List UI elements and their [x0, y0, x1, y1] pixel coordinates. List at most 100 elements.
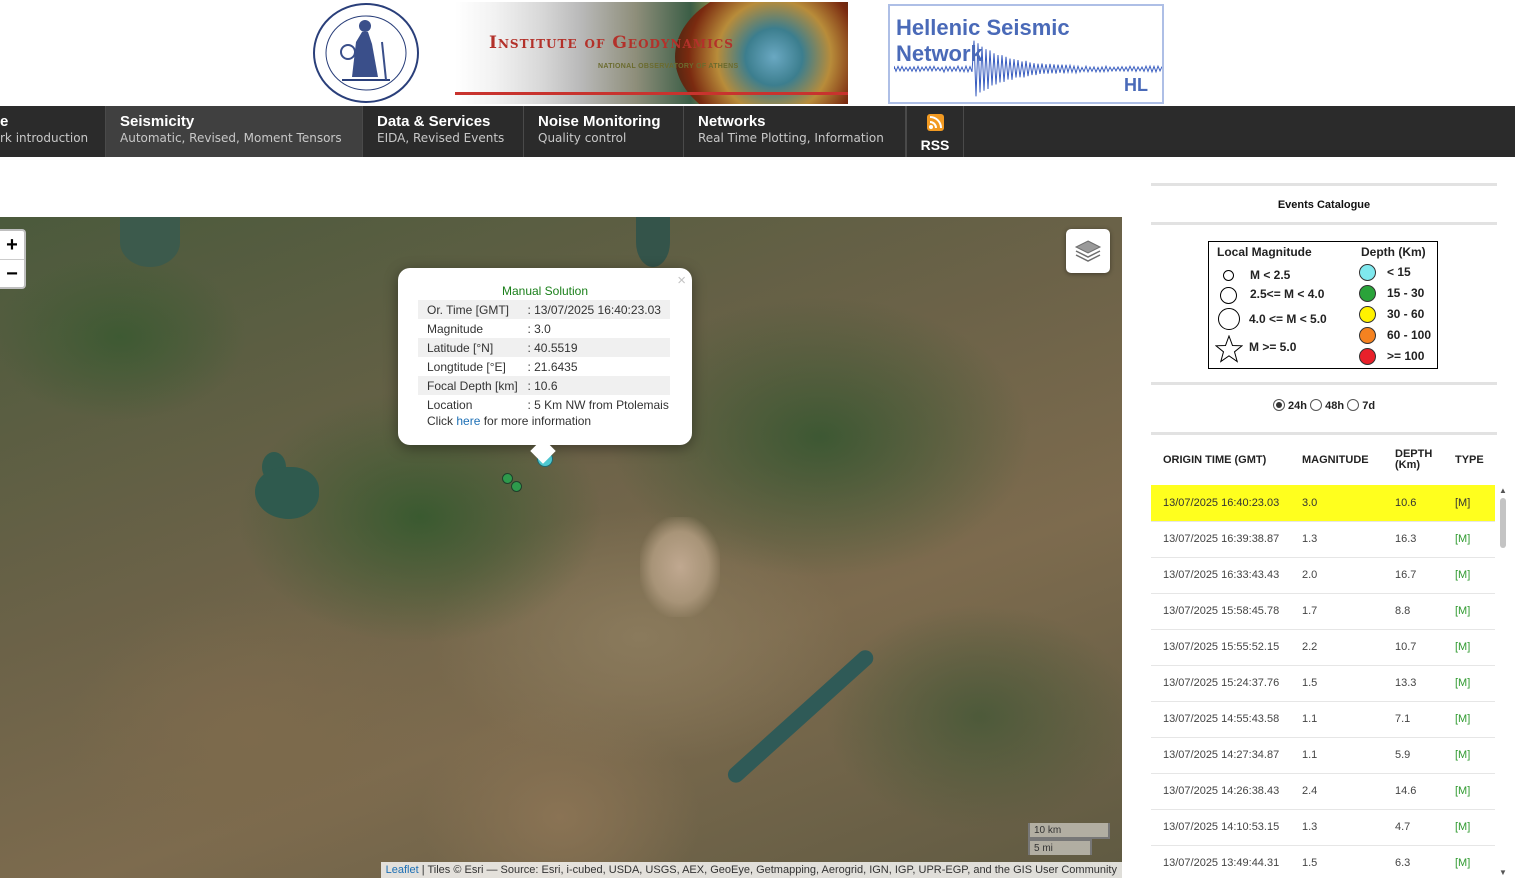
institute-of-geodynamics-banner[interactable]: Institute of Geodynamics NATIONAL OBSERV…	[455, 2, 848, 104]
period-radio-24h[interactable]	[1273, 399, 1285, 411]
nav-subtitle: rk introduction	[0, 131, 91, 145]
hellenic-seismic-network-logo[interactable]: Hellenic Seismic Network HL	[888, 4, 1164, 104]
nav-data-services[interactable]: Data & Services EIDA, Revised Events	[363, 106, 524, 157]
event-depth: 5.9	[1383, 737, 1443, 773]
column-origin-time[interactable]: ORIGIN TIME (GMT)	[1151, 435, 1290, 485]
nav-title: e	[0, 113, 91, 130]
event-row[interactable]: 13/07/2025 15:55:52.15 2.2 10.7 [M]	[1151, 629, 1495, 665]
main-nav: e rk introduction Seismicity Automatic, …	[0, 106, 1515, 157]
legend-magnitude-label: M < 2.5	[1250, 268, 1290, 282]
nav-noise-monitoring[interactable]: Noise Monitoring Quality control	[524, 106, 684, 157]
scale-mi: 5 mi	[1028, 839, 1092, 855]
event-row[interactable]: 13/07/2025 14:10:53.15 1.3 4.7 [M]	[1151, 809, 1495, 845]
more-info-link[interactable]: here	[456, 414, 480, 428]
event-row[interactable]: 13/07/2025 14:55:43.58 1.1 7.1 [M]	[1151, 701, 1495, 737]
event-type-link[interactable]: [M]	[1443, 557, 1495, 593]
event-row[interactable]: 13/07/2025 14:26:38.43 2.4 14.6 [M]	[1151, 773, 1495, 809]
map-attribution: Leaflet | Tiles © Esri — Source: Esri, i…	[381, 862, 1122, 878]
scroll-thumb[interactable]	[1500, 498, 1506, 548]
earthquake-map[interactable]: + − × Manual Solution Or. Time [GMT]: 13…	[0, 217, 1122, 878]
event-depth: 13.3	[1383, 665, 1443, 701]
event-depth: 16.7	[1383, 557, 1443, 593]
event-magnitude: 3.0	[1290, 485, 1383, 521]
event-time: 13/07/2025 16:40:23.03	[1151, 485, 1290, 521]
rss-icon	[927, 114, 944, 131]
nav-seismicity[interactable]: Seismicity Automatic, Revised, Moment Te…	[106, 106, 363, 157]
event-type-link[interactable]: [M]	[1443, 845, 1495, 878]
magnitude-circle-icon	[1220, 287, 1237, 304]
event-type-link[interactable]: [M]	[1443, 593, 1495, 629]
leaflet-link[interactable]: Leaflet	[386, 864, 419, 876]
map-scale: 10 km 5 mi	[1028, 823, 1110, 855]
popup-value: : 40.5519	[518, 338, 670, 357]
event-row[interactable]: 13/07/2025 16:40:23.03 3.0 10.6 [M]	[1151, 485, 1495, 521]
events-scrollbar[interactable]: ▲ ▼	[1498, 486, 1508, 878]
map-lake	[120, 217, 180, 267]
popup-row: Longtitude [°E]: 21.6435	[418, 357, 670, 376]
layers-button[interactable]	[1066, 229, 1110, 273]
event-depth: 14.6	[1383, 773, 1443, 809]
event-type-link[interactable]: [M]	[1443, 629, 1495, 665]
zoom-out-button[interactable]: −	[0, 259, 24, 287]
nav-network-introduction[interactable]: e rk introduction	[0, 106, 106, 157]
header-banner: Institute of Geodynamics NATIONAL OBSERV…	[0, 0, 1515, 106]
observatory-seal-logo[interactable]	[312, 2, 420, 104]
rss-link[interactable]: RSS	[906, 106, 964, 157]
legend-magnitude-label: M >= 5.0	[1249, 340, 1296, 354]
event-depth: 8.8	[1383, 593, 1443, 629]
legend-magnitude-header: Local Magnitude	[1217, 245, 1312, 259]
event-time: 13/07/2025 15:24:37.76	[1151, 665, 1290, 701]
zoom-in-button[interactable]: +	[0, 231, 24, 259]
period-label: 48h	[1325, 400, 1344, 412]
event-row[interactable]: 13/07/2025 14:27:34.87 1.1 5.9 [M]	[1151, 737, 1495, 773]
event-type-link[interactable]: [M]	[1443, 485, 1495, 521]
column-type[interactable]: TYPE	[1443, 435, 1495, 485]
popup-more-info: Click here for more information	[427, 414, 591, 428]
event-time: 13/07/2025 14:26:38.43	[1151, 773, 1290, 809]
event-type-link[interactable]: [M]	[1443, 737, 1495, 773]
legend-depth-label: 30 - 60	[1387, 307, 1424, 321]
column-depth[interactable]: DEPTH (Km)	[1383, 435, 1443, 485]
event-row[interactable]: 13/07/2025 16:33:43.43 2.0 16.7 [M]	[1151, 557, 1495, 593]
scroll-up-icon[interactable]: ▲	[1498, 486, 1508, 496]
popup-label: Focal Depth [km]	[418, 376, 518, 395]
scroll-down-icon[interactable]: ▼	[1498, 868, 1508, 878]
event-type-link[interactable]: [M]	[1443, 521, 1495, 557]
event-magnitude: 2.4	[1290, 773, 1383, 809]
layers-icon	[1066, 229, 1110, 273]
popup-row: Latitude [°N]: 40.5519	[418, 338, 670, 357]
period-radio-7d[interactable]	[1347, 399, 1359, 411]
network-code: HL	[1124, 75, 1148, 96]
events-panel: Events Catalogue Local Magnitude Depth (…	[1151, 183, 1497, 878]
magnitude-circle-icon	[1223, 270, 1234, 281]
popup-close-button[interactable]: ×	[677, 272, 686, 289]
zoom-control: + −	[0, 229, 26, 289]
event-type-link[interactable]: [M]	[1443, 773, 1495, 809]
event-time: 13/07/2025 14:55:43.58	[1151, 701, 1290, 737]
event-row[interactable]: 13/07/2025 15:24:37.76 1.5 13.3 [M]	[1151, 665, 1495, 701]
divider	[1151, 222, 1497, 225]
event-row[interactable]: 13/07/2025 16:39:38.87 1.3 16.3 [M]	[1151, 521, 1495, 557]
event-magnitude: 1.5	[1290, 665, 1383, 701]
event-magnitude: 1.5	[1290, 845, 1383, 878]
event-type-link[interactable]: [M]	[1443, 665, 1495, 701]
rss-label: RSS	[907, 137, 963, 153]
event-type-link[interactable]: [M]	[1443, 701, 1495, 737]
events-table: ORIGIN TIME (GMT) MAGNITUDE DEPTH (Km) T…	[1151, 435, 1495, 878]
popup-label: Latitude [°N]	[418, 338, 518, 357]
popup-value: : 3.0	[518, 319, 670, 338]
nav-subtitle: Real Time Plotting, Information	[698, 131, 891, 145]
column-magnitude[interactable]: MAGNITUDE	[1290, 435, 1383, 485]
earthquake-marker[interactable]	[511, 481, 522, 492]
event-row[interactable]: 13/07/2025 13:49:44.31 1.5 6.3 [M]	[1151, 845, 1495, 878]
event-type-link[interactable]: [M]	[1443, 809, 1495, 845]
popup-details: Or. Time [GMT]: 13/07/2025 16:40:23.03 M…	[418, 300, 670, 414]
events-header-row: ORIGIN TIME (GMT) MAGNITUDE DEPTH (Km) T…	[1151, 435, 1495, 485]
event-row[interactable]: 13/07/2025 15:58:45.78 1.7 8.8 [M]	[1151, 593, 1495, 629]
nav-networks[interactable]: Networks Real Time Plotting, Information	[684, 106, 906, 157]
popup-value: : 21.6435	[518, 357, 670, 376]
popup-row: Or. Time [GMT]: 13/07/2025 16:40:23.03	[418, 300, 670, 319]
scale-km: 10 km	[1028, 823, 1110, 839]
period-radio-48h[interactable]	[1310, 399, 1322, 411]
popup-value: : 13/07/2025 16:40:23.03	[518, 300, 670, 319]
